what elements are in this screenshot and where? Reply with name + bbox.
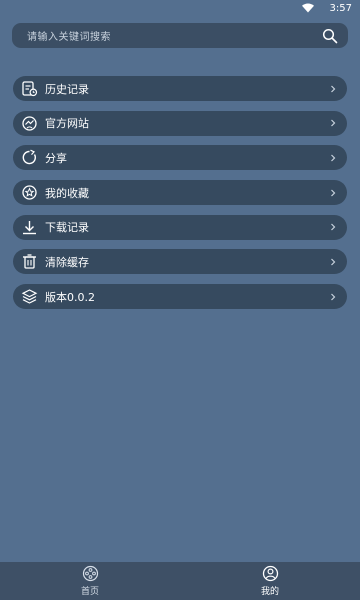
home-film-icon — [82, 565, 98, 582]
share-icon — [22, 150, 36, 165]
chevron-right-icon — [331, 85, 336, 92]
clear-cache-icon — [23, 254, 36, 270]
menu-item-label: 我的收藏 — [45, 186, 89, 200]
tab-label: 我的 — [260, 587, 279, 597]
menu-item-share[interactable]: 分享 — [13, 145, 347, 171]
favorite-icon — [22, 185, 37, 200]
menu-item-downloads[interactable]: 下载记录 — [13, 214, 347, 240]
menu-item-label: 分享 — [45, 151, 67, 165]
history-icon — [22, 81, 38, 97]
search-input[interactable]: 请输入关键词搜索 — [27, 28, 322, 43]
search-bar[interactable]: 请输入关键词搜索 — [12, 23, 348, 48]
menu-item-label: 版本0.0.2 — [45, 290, 95, 304]
bottom-tab-bar: 首页 我的 — [0, 562, 360, 600]
menu-item-label: 清除缓存 — [45, 255, 89, 269]
wifi-icon — [301, 3, 314, 13]
status-bar: 3:57 — [0, 0, 360, 16]
profile-icon — [262, 565, 278, 582]
menu-item-version[interactable]: 版本0.0.2 — [13, 284, 347, 310]
chevron-right-icon — [331, 223, 336, 231]
tab-label: 首页 — [80, 587, 99, 597]
version-icon — [21, 289, 38, 304]
chevron-right-icon — [331, 154, 336, 162]
status-time: 3:57 — [329, 2, 352, 14]
tab-profile[interactable]: 我的 — [180, 562, 360, 600]
menu-item-favorites[interactable]: 我的收藏 — [13, 180, 347, 206]
menu-item-label: 下载记录 — [45, 221, 89, 235]
menu-item-label: 官方网站 — [45, 117, 89, 131]
chevron-right-icon — [331, 189, 336, 196]
chevron-right-icon — [331, 293, 336, 301]
chevron-right-icon — [331, 119, 336, 127]
menu-item-label: 历史记录 — [45, 82, 89, 96]
menu-item-history[interactable]: 历史记录 — [13, 76, 347, 101]
chevron-right-icon — [331, 258, 336, 266]
profile-menu: 历史记录 官方网站 分享 我的收藏 下载记录 清除缓存 版本0.0.2 — [13, 76, 347, 319]
tab-home[interactable]: 首页 — [0, 562, 180, 600]
search-icon[interactable] — [322, 28, 338, 44]
menu-item-website[interactable]: 官方网站 — [13, 110, 347, 136]
website-icon — [22, 116, 37, 131]
menu-item-clear-cache[interactable]: 清除缓存 — [13, 249, 347, 275]
download-icon — [23, 220, 36, 234]
